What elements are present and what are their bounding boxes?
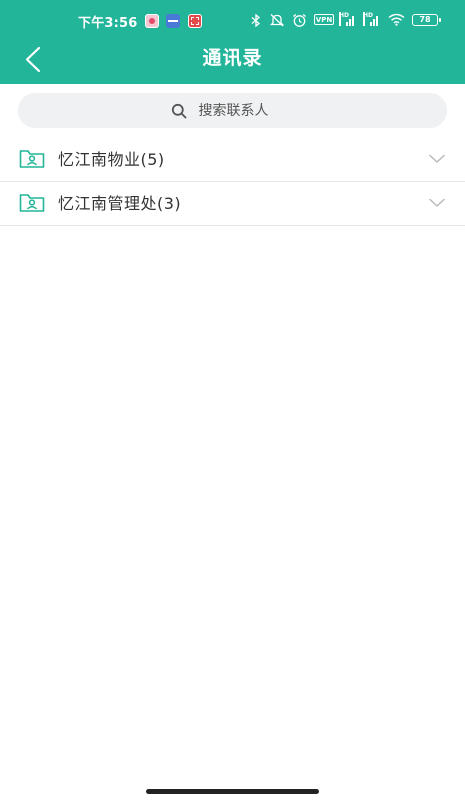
signal-hd-label: HD: [363, 12, 373, 26]
alarm-icon: [293, 14, 306, 27]
search-icon: [171, 103, 186, 118]
contact-group-row[interactable]: 忆江南物业(5): [0, 138, 465, 182]
battery-indicator: 78: [412, 14, 441, 26]
contact-folder-icon: [19, 194, 45, 212]
signal-icon: HD: [363, 12, 379, 26]
notification-app-icon: [145, 14, 159, 28]
wifi-icon: [388, 13, 405, 26]
contact-group-row[interactable]: 忆江南管理处(3): [0, 182, 465, 226]
contact-group-label: 忆江南物业(5): [58, 150, 165, 169]
chevron-down-icon: [429, 198, 445, 207]
contact-folder-icon: [19, 150, 45, 168]
notification-app-icon: [188, 14, 202, 28]
search-input[interactable]: [198, 102, 295, 119]
chevron-left-icon: [25, 46, 41, 73]
contact-group-list: 忆江南物业(5) 忆江南管理处(3): [0, 138, 465, 226]
back-button[interactable]: [14, 42, 54, 82]
signal-icon: HD: [339, 12, 355, 26]
chevron-down-icon: [429, 154, 445, 163]
bluetooth-icon: [251, 14, 261, 27]
vpn-badge: VPN: [314, 14, 334, 25]
search-box[interactable]: [18, 93, 447, 128]
contacts-screen: 下午3:56 VPN HD HD 78 通讯录 搜索联系人 忆江南物业(5) 忆…: [0, 0, 465, 800]
mute-bell-icon: [269, 14, 285, 27]
title-bar: 通讯录: [0, 40, 465, 84]
contact-group-label: 忆江南管理处(3): [58, 194, 182, 213]
status-time: 下午3:56: [78, 16, 138, 31]
status-bar: 下午3:56 VPN HD HD 78: [0, 0, 465, 40]
signal-hd-label: HD: [339, 12, 349, 26]
home-indicator[interactable]: [146, 789, 319, 794]
notification-app-icon: [166, 14, 180, 28]
page-title: 通讯录: [202, 47, 263, 69]
header: 下午3:56 VPN HD HD 78 通讯录: [0, 0, 465, 84]
